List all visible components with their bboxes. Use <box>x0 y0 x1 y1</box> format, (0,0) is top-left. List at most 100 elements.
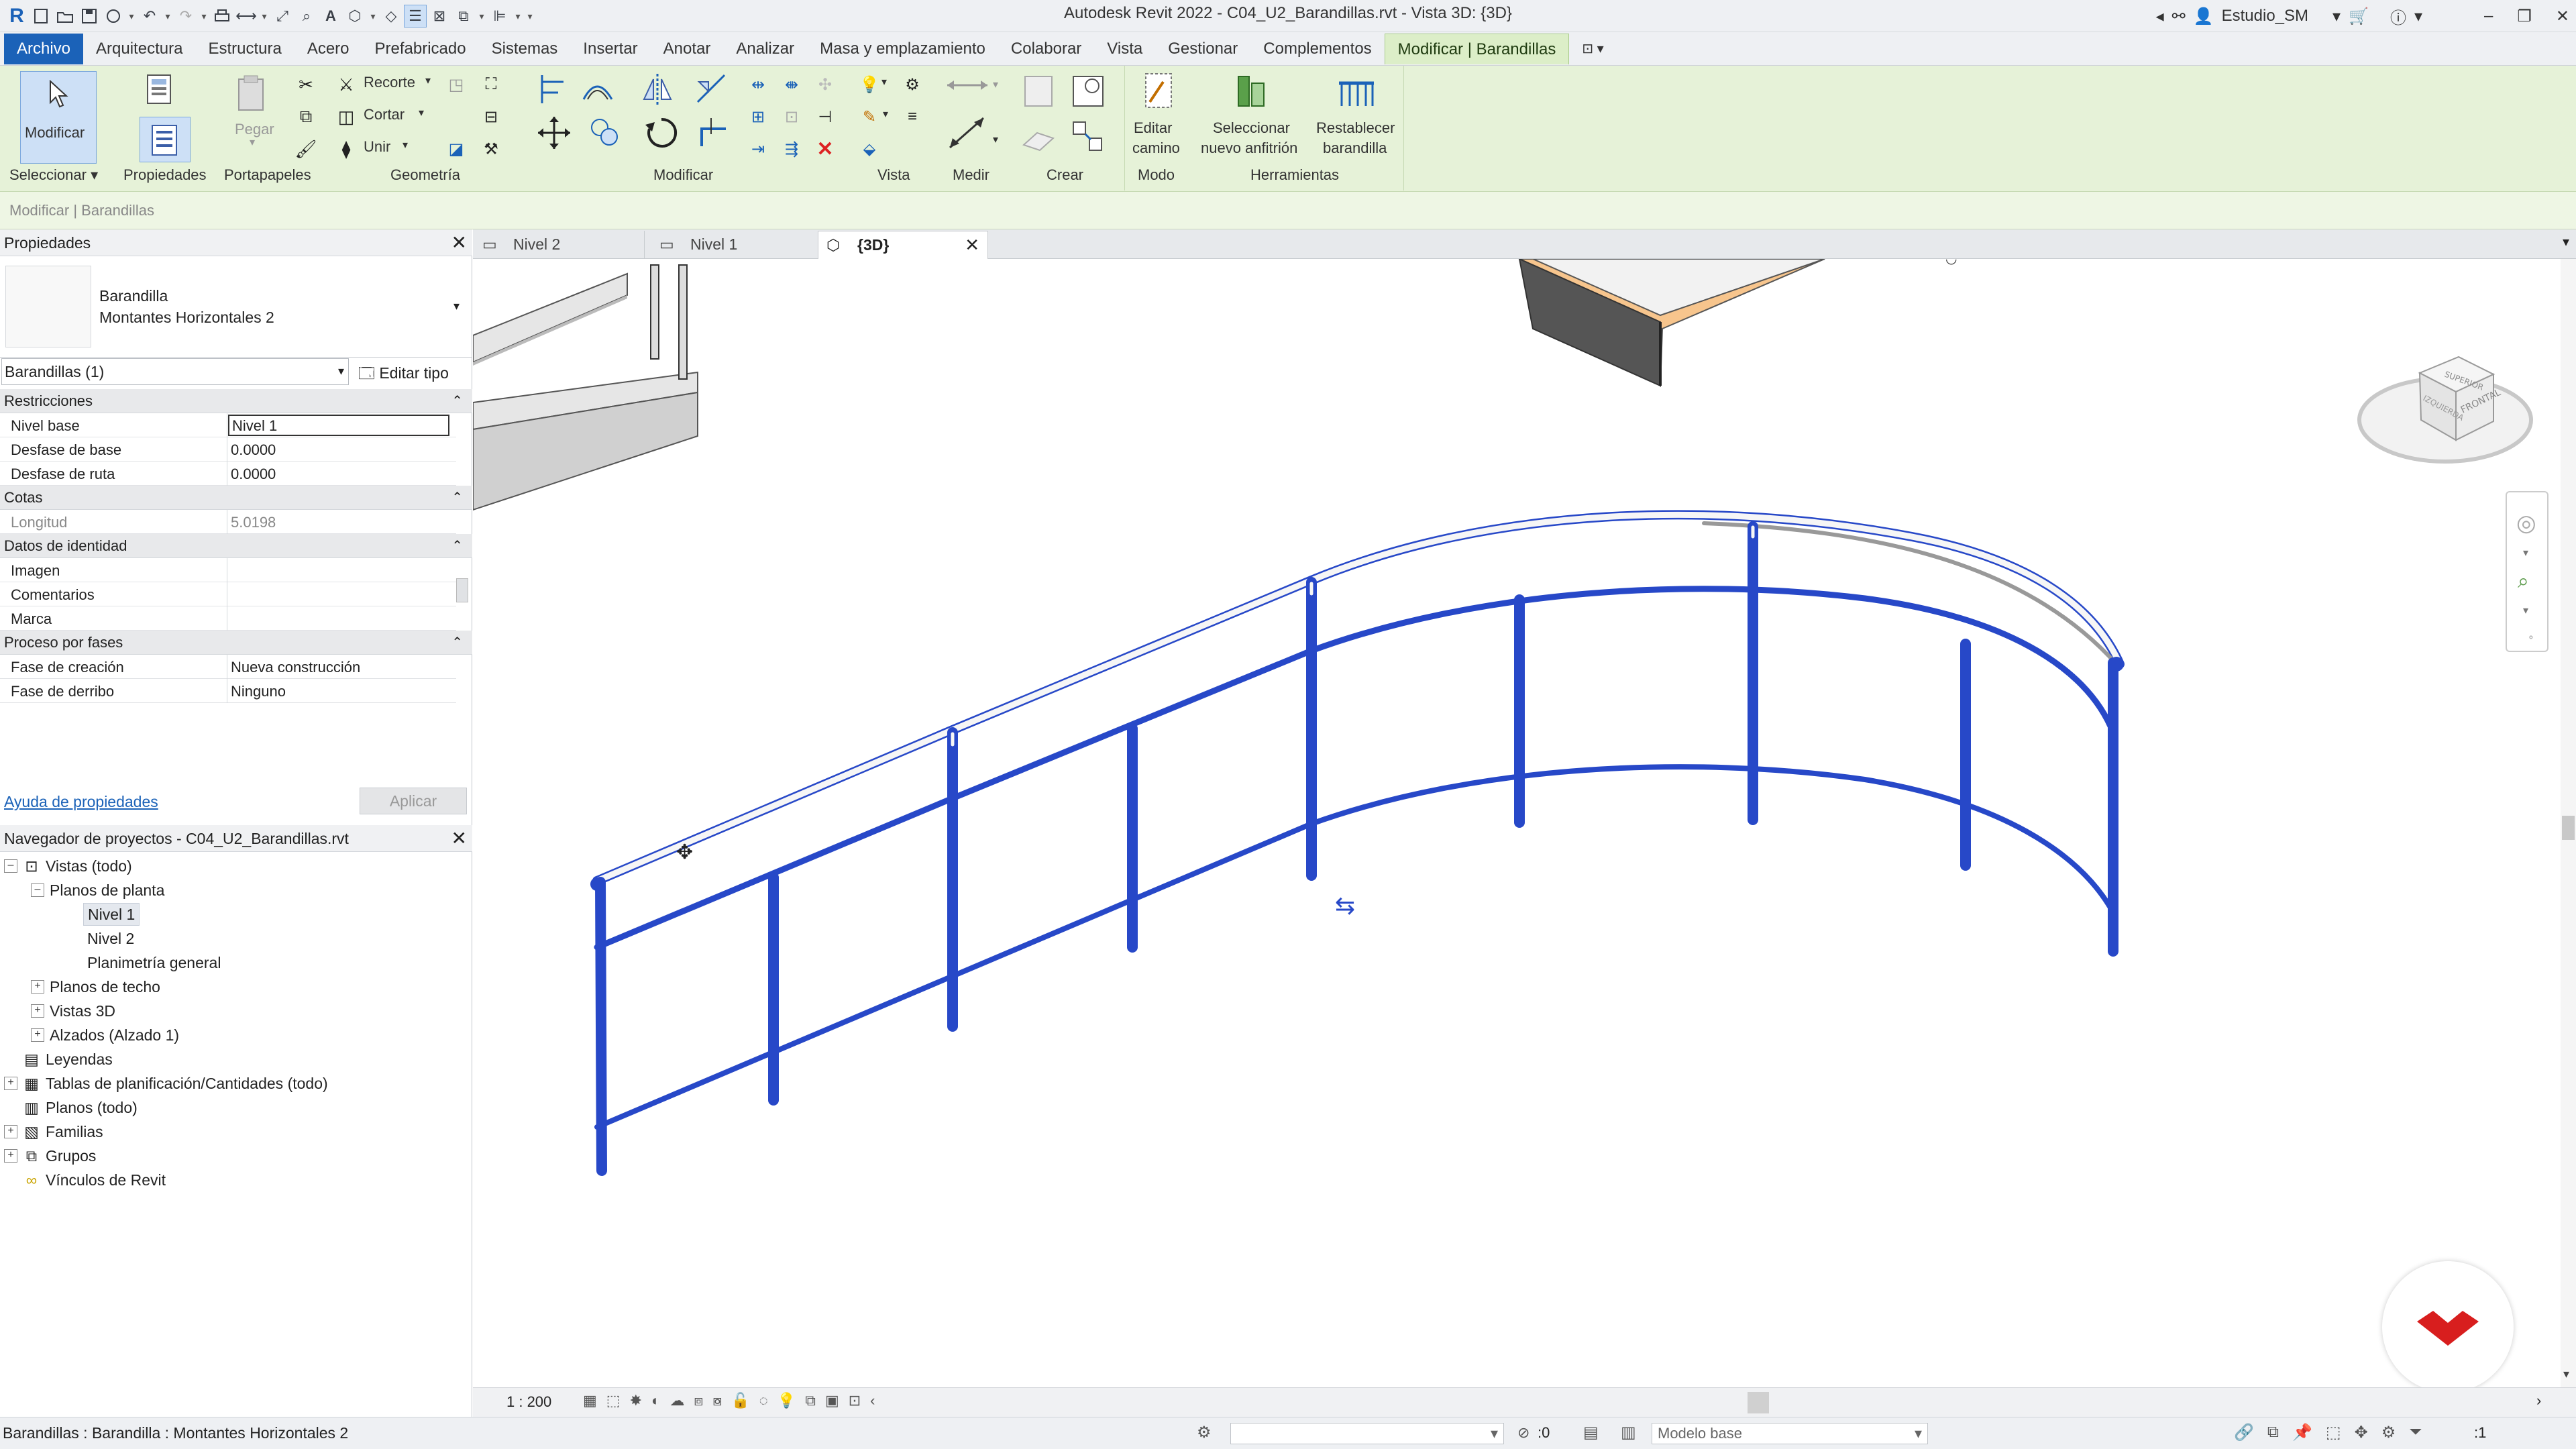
tree-node-views[interactable]: – ⊡ Vistas (todo) <box>4 855 132 877</box>
help-dropdown-icon[interactable]: ▾ <box>2414 7 2422 26</box>
create-group-icon[interactable] <box>1020 118 1057 156</box>
3d-viewport[interactable]: ◡ <box>473 259 2576 1387</box>
category-identity[interactable]: Datos de identidad ⌃ <box>0 534 472 558</box>
flip-arrows-icon[interactable]: ⇆ <box>1335 892 1355 920</box>
highlight-displacement-icon[interactable]: ▣ <box>825 1392 839 1409</box>
tab-estructura[interactable]: Estructura <box>195 34 294 64</box>
user-icon[interactable]: 👤 <box>2194 7 2214 26</box>
cope-label[interactable]: Recorte <box>364 74 415 91</box>
linework-icon[interactable]: ✎ <box>856 103 883 130</box>
type-properties-icon[interactable] <box>142 72 180 110</box>
expand-toggle-icon[interactable]: + <box>31 980 44 994</box>
close-icon[interactable]: ✕ <box>451 229 467 256</box>
tab-3d[interactable]: ⬡ {3D} ✕ <box>818 231 988 259</box>
cut-dropdown-icon[interactable]: ▾ <box>419 106 424 119</box>
viewcube[interactable]: SUPERIOR IZQUIERDA FRONTAL <box>2345 326 2546 480</box>
modify-button[interactable]: Modificar <box>20 71 97 164</box>
user-dropdown-icon[interactable]: ▾ <box>2332 7 2341 26</box>
cut-icon[interactable]: ✂ <box>292 71 319 98</box>
scroll-left-icon[interactable]: ‹ <box>870 1392 875 1409</box>
dropdown-arrow-icon[interactable]: ▾ <box>259 11 270 22</box>
dropdown-arrow-icon[interactable]: ▾ <box>513 11 523 22</box>
temporary-hide-icon[interactable]: ◌ <box>759 1392 768 1409</box>
workset-dropdown[interactable]: ▾ <box>1230 1423 1504 1444</box>
design-option-dropdown[interactable]: Modelo base ▾ <box>1652 1423 1928 1444</box>
switch-windows-icon[interactable]: ⧉ <box>452 5 475 28</box>
tab-complementos[interactable]: Complementos <box>1250 34 1384 64</box>
edit-path-label-line2[interactable]: camino <box>1132 140 1180 157</box>
split-gap-icon[interactable]: ⇼ <box>778 71 805 98</box>
tab-acero[interactable]: Acero <box>294 34 362 64</box>
binoculars-icon[interactable]: ⚯ <box>2172 7 2186 26</box>
align-icon[interactable] <box>537 72 570 106</box>
pick-icon[interactable]: ⚒ <box>478 136 504 162</box>
select-underlay-icon[interactable]: ⧉ <box>2267 1423 2279 1442</box>
split-element-icon[interactable]: ⇹ <box>745 71 771 98</box>
cart-icon[interactable]: 🛒 <box>2349 7 2369 26</box>
sync-icon[interactable] <box>102 5 125 28</box>
user-name[interactable]: Estudio_SM <box>2222 7 2308 25</box>
dimension-icon[interactable] <box>945 113 991 153</box>
base-offset-field[interactable]: 0.0000 <box>231 441 452 459</box>
join-icon[interactable]: ⧫ <box>333 136 360 162</box>
unlock-view-icon[interactable]: 🔓 <box>731 1392 749 1409</box>
help-icon[interactable]: ⓘ <box>2390 5 2406 28</box>
model-canvas[interactable]: ◡ <box>473 259 2576 1387</box>
paste-dropdown-icon[interactable]: ▾ <box>250 136 255 149</box>
close-hidden-icon[interactable]: ⊠ <box>428 5 451 28</box>
view-filters-icon[interactable]: ≡ <box>899 103 926 130</box>
base-level-field[interactable]: Nivel 1 <box>228 415 449 436</box>
tree-node-groups[interactable]: + ⧉ Grupos <box>4 1144 96 1167</box>
tree-node-sheets[interactable]: ▥ Planos (todo) <box>23 1096 138 1119</box>
phase-demolished-field[interactable]: Ninguno <box>231 683 452 700</box>
cope-dropdown-icon[interactable]: ▾ <box>425 74 431 87</box>
railing-selected[interactable] <box>590 510 2125 1176</box>
steering-wheel-icon[interactable]: ◎ <box>2516 510 2536 537</box>
tab-masa[interactable]: Masa y emplazamiento <box>807 34 998 64</box>
tree-node-level2[interactable]: Nivel 2 <box>87 927 134 950</box>
dropdown-arrow-icon[interactable]: ▾ <box>126 11 137 22</box>
array-icon[interactable]: ⊞ <box>745 103 771 130</box>
select-panel-label[interactable]: Seleccionar ▾ <box>9 166 98 184</box>
properties-help-link[interactable]: Ayuda de propiedades <box>4 793 158 811</box>
nav-options-icon[interactable]: ⚬ <box>2527 632 2535 643</box>
editable-only-icon[interactable]: ⊘ <box>1517 1424 1529 1442</box>
dropdown-arrow-icon[interactable]: ▾ <box>162 11 173 22</box>
override-graphics-icon[interactable]: ⚙ <box>899 71 926 98</box>
category-dimensions[interactable]: Cotas ⌃ <box>0 486 472 510</box>
minimize-icon[interactable]: – <box>2484 7 2493 25</box>
hide-in-view-icon[interactable]: 💡 <box>856 71 883 98</box>
cope-icon[interactable]: ⚔ <box>333 71 360 98</box>
type-selector-dropdown-icon[interactable]: ▾ <box>453 299 460 313</box>
match-properties-icon[interactable]: 🖌 <box>292 136 319 162</box>
tab-modificar-barandillas[interactable]: Modificar | Barandillas <box>1384 33 1570 64</box>
wall-joins-icon[interactable]: ◳ <box>443 71 470 98</box>
split-face-icon[interactable]: ⊟ <box>478 103 504 130</box>
tree-node-elevations[interactable]: + Alzados (Alzado 1) <box>31 1024 179 1046</box>
select-by-face-icon[interactable]: ⬚ <box>2326 1423 2341 1442</box>
move-icon[interactable] <box>537 115 572 150</box>
expand-toggle-icon[interactable]: + <box>4 1125 17 1138</box>
expand-toggle-icon[interactable]: + <box>4 1149 17 1163</box>
collapse-toggle-icon[interactable]: – <box>31 883 44 897</box>
analytical-model-icon[interactable]: ⧉ <box>805 1392 816 1409</box>
select-pinned-icon[interactable]: 📌 <box>2292 1423 2312 1442</box>
chevron-down-icon[interactable]: ▾ <box>2523 604 2528 617</box>
crop-view-icon[interactable]: ⧈ <box>694 1392 703 1409</box>
ribbon-minimize-icon[interactable]: ⊡ ▾ <box>1569 34 1616 64</box>
demolish-icon[interactable]: ⛶ <box>478 71 504 98</box>
create-assembly-icon[interactable] <box>1020 72 1057 110</box>
tree-node-schedules[interactable]: + ▦ Tablas de planificación/Cantidades (to… <box>4 1072 328 1095</box>
filter-icon[interactable]: ⏷ <box>2409 1423 2422 1442</box>
trim-extend-single-icon[interactable]: ⇥ <box>745 136 771 162</box>
reset-railing-label-line2[interactable]: barandilla <box>1323 140 1387 157</box>
drag-elements-icon[interactable]: ✥ <box>2355 1423 2368 1442</box>
pin-icon[interactable]: ⊣ <box>812 103 839 130</box>
tab-insertar[interactable]: Insertar <box>570 34 650 64</box>
dropdown-arrow-icon[interactable]: ▾ <box>368 11 378 22</box>
rotate-icon[interactable] <box>644 115 679 150</box>
horizontal-scrollbar-thumb[interactable] <box>1748 1392 1769 1413</box>
expand-toggle-icon[interactable]: + <box>31 1004 44 1018</box>
tab-nivel-1[interactable]: ▭ Nivel 1 <box>651 231 822 259</box>
trim-corner-icon[interactable] <box>695 115 730 150</box>
